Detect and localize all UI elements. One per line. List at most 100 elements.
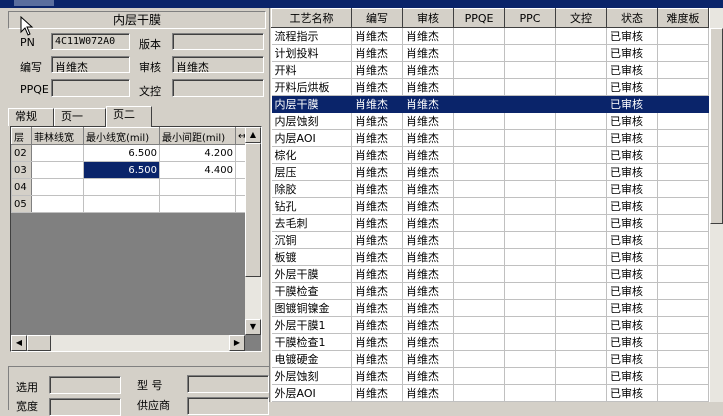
min-width-cell[interactable] (83, 195, 160, 213)
difficulty-cell[interactable] (657, 44, 709, 62)
supplier-field[interactable] (187, 397, 269, 415)
wenkong-cell[interactable] (555, 95, 607, 113)
difficulty-cell[interactable] (657, 299, 709, 317)
min-space-cell[interactable]: 4.400 (159, 161, 236, 179)
writer-cell[interactable]: 肖维杰 (351, 44, 403, 62)
ppc-cell[interactable] (504, 95, 556, 113)
process-row[interactable]: 内层蚀刻 肖维杰 肖维杰 已审核 (271, 112, 709, 130)
ppc-cell[interactable] (504, 146, 556, 164)
process-name-cell[interactable]: 棕化 (271, 146, 352, 164)
process-row[interactable]: 外层蚀刻 肖维杰 肖维杰 已审核 (271, 367, 709, 385)
ppc-cell[interactable] (504, 333, 556, 351)
vscroll-thumb[interactable] (245, 143, 261, 277)
process-row[interactable]: 除胶 肖维杰 肖维杰 已审核 (271, 180, 709, 198)
reviewer-cell[interactable]: 肖维杰 (402, 299, 454, 317)
difficulty-cell[interactable] (657, 231, 709, 249)
reviewer-cell[interactable]: 肖维杰 (402, 197, 454, 215)
status-cell[interactable]: 已审核 (606, 350, 658, 368)
wenkong-cell[interactable] (555, 112, 607, 130)
ppqe-cell[interactable] (453, 248, 505, 266)
process-name-cell[interactable]: 层压 (271, 163, 352, 181)
process-name-cell[interactable]: 外层干膜1 (271, 316, 352, 334)
writer-cell[interactable]: 肖维杰 (351, 248, 403, 266)
writer-cell[interactable]: 肖维杰 (351, 282, 403, 300)
process-row[interactable]: 开料后烘板 肖维杰 肖维杰 已审核 (271, 78, 709, 96)
wenkong-cell[interactable] (555, 180, 607, 198)
wenkong-cell[interactable] (555, 265, 607, 283)
status-cell[interactable]: 已审核 (606, 367, 658, 385)
difficulty-cell[interactable] (657, 316, 709, 334)
writer-cell[interactable]: 肖维杰 (351, 367, 403, 385)
col-min-space[interactable]: 最小间距(mil) (159, 127, 236, 145)
writer-cell[interactable]: 肖维杰 (351, 180, 403, 198)
reviewer-cell[interactable]: 肖维杰 (402, 282, 454, 300)
ppc-cell[interactable] (504, 214, 556, 232)
type-field[interactable] (187, 375, 269, 393)
writer-cell[interactable]: 肖维杰 (351, 95, 403, 113)
writer-cell[interactable]: 肖维杰 (351, 27, 403, 45)
difficulty-cell[interactable] (657, 197, 709, 215)
film-cell[interactable] (31, 144, 84, 162)
reviewer-cell[interactable]: 肖维杰 (402, 231, 454, 249)
writer-cell[interactable]: 肖维杰 (351, 299, 403, 317)
ppc-cell[interactable] (504, 78, 556, 96)
tab-page-two[interactable]: 页二 (106, 106, 152, 127)
col-process-name[interactable]: 工艺名称 (271, 8, 352, 28)
reviewer-cell[interactable]: 肖维杰 (402, 214, 454, 232)
reviewer-cell[interactable]: 肖维杰 (402, 112, 454, 130)
writer-field[interactable]: 肖维杰 (51, 56, 130, 73)
writer-cell[interactable]: 肖维杰 (351, 129, 403, 147)
process-name-cell[interactable]: 干膜检查 (271, 282, 352, 300)
reviewer-cell[interactable]: 肖维杰 (402, 61, 454, 79)
layer-row[interactable]: 02 6.500 4.200 (11, 144, 250, 162)
reviewer-cell[interactable]: 肖维杰 (402, 265, 454, 283)
ppc-cell[interactable] (504, 231, 556, 249)
col-wenkong[interactable]: 文控 (555, 8, 607, 28)
min-space-cell[interactable] (159, 178, 236, 196)
process-row[interactable]: 开料 肖维杰 肖维杰 已审核 (271, 61, 709, 79)
col-ppc[interactable]: PPC (504, 8, 556, 28)
reviewer-cell[interactable]: 肖维杰 (402, 350, 454, 368)
process-row[interactable]: 图镀铜镍金 肖维杰 肖维杰 已审核 (271, 299, 709, 317)
difficulty-cell[interactable] (657, 61, 709, 79)
width-field[interactable] (49, 398, 121, 416)
wenkong-cell[interactable] (555, 129, 607, 147)
min-width-cell[interactable] (83, 178, 160, 196)
ppc-cell[interactable] (504, 248, 556, 266)
difficulty-cell[interactable] (657, 27, 709, 45)
ppqe-cell[interactable] (453, 61, 505, 79)
difficulty-cell[interactable] (657, 265, 709, 283)
ppqe-field[interactable] (51, 79, 130, 97)
ppqe-cell[interactable] (453, 44, 505, 62)
process-name-cell[interactable]: 电镀硬金 (271, 350, 352, 368)
status-cell[interactable]: 已审核 (606, 282, 658, 300)
difficulty-cell[interactable] (657, 180, 709, 198)
process-name-cell[interactable]: 沉铜 (271, 231, 352, 249)
reviewer-cell[interactable]: 肖维杰 (402, 78, 454, 96)
process-name-cell[interactable]: 计划投料 (271, 44, 352, 62)
status-cell[interactable]: 已审核 (606, 316, 658, 334)
writer-cell[interactable]: 肖维杰 (351, 163, 403, 181)
col-status[interactable]: 状态 (606, 8, 658, 28)
ppc-cell[interactable] (504, 197, 556, 215)
reviewer-cell[interactable]: 肖维杰 (402, 27, 454, 45)
wenkong-field[interactable] (172, 79, 264, 97)
difficulty-cell[interactable] (657, 333, 709, 351)
process-row[interactable]: 棕化 肖维杰 肖维杰 已审核 (271, 146, 709, 164)
difficulty-cell[interactable] (657, 350, 709, 368)
writer-cell[interactable]: 肖维杰 (351, 316, 403, 334)
process-row[interactable]: 内层AOI 肖维杰 肖维杰 已审核 (271, 129, 709, 147)
status-cell[interactable]: 已审核 (606, 61, 658, 79)
layer-grid-hscroll[interactable]: ◀ ▶ (11, 335, 245, 351)
wenkong-cell[interactable] (555, 231, 607, 249)
ppqe-cell[interactable] (453, 197, 505, 215)
wenkong-cell[interactable] (555, 163, 607, 181)
status-cell[interactable]: 已审核 (606, 265, 658, 283)
ppqe-cell[interactable] (453, 163, 505, 181)
ppc-cell[interactable] (504, 61, 556, 79)
wenkong-cell[interactable] (555, 78, 607, 96)
reviewer-cell[interactable]: 肖维杰 (402, 333, 454, 351)
writer-cell[interactable]: 肖维杰 (351, 146, 403, 164)
status-cell[interactable]: 已审核 (606, 384, 658, 402)
reviewer-cell[interactable]: 肖维杰 (402, 180, 454, 198)
